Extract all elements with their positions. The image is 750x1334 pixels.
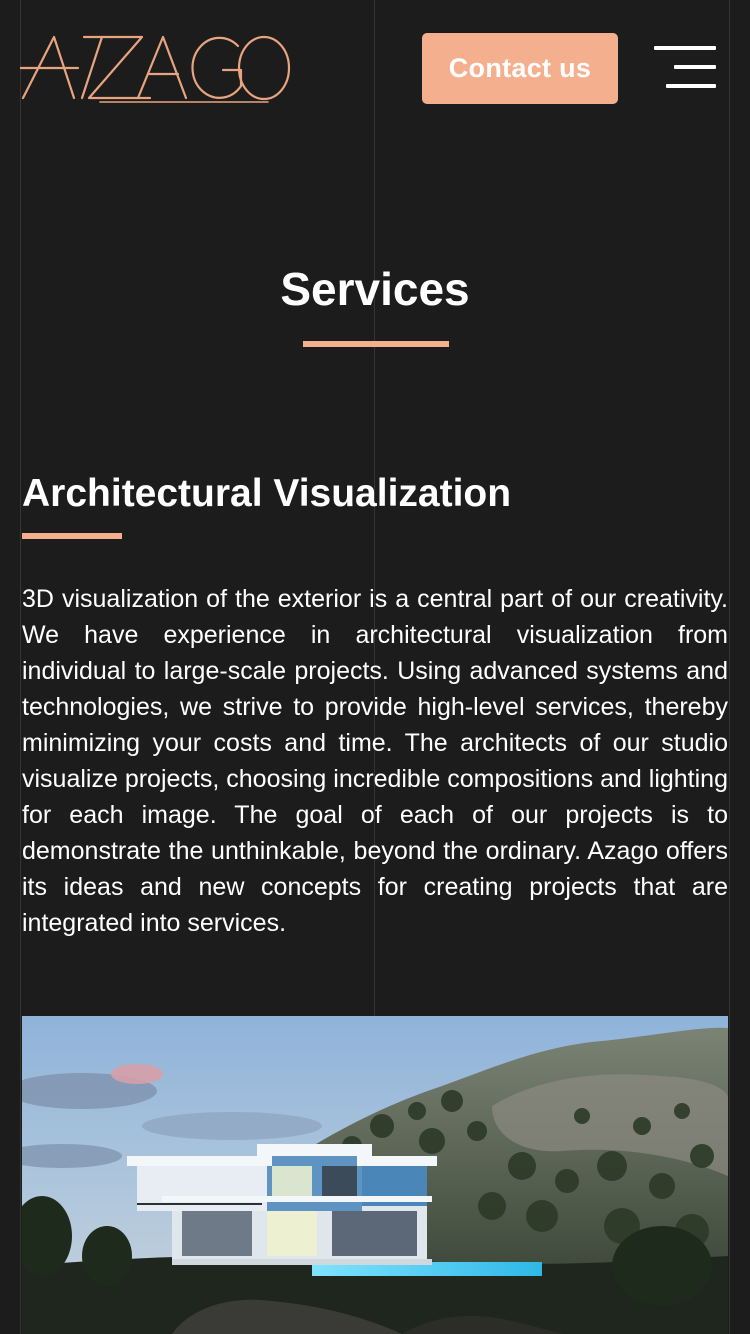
- menu-line: [666, 84, 716, 88]
- section-title: Architectural Visualization: [22, 472, 512, 515]
- layout-guide-right: [729, 0, 730, 1334]
- site-header: Contact us: [0, 0, 750, 140]
- layout-guide-left: [20, 0, 21, 1334]
- menu-line: [674, 65, 716, 69]
- page-title: Services: [280, 263, 470, 315]
- contact-us-button[interactable]: Contact us: [422, 33, 618, 104]
- hamburger-menu-icon[interactable]: [652, 44, 716, 90]
- azago-logo[interactable]: [18, 32, 292, 106]
- section-title-underline: [22, 533, 122, 539]
- section-description: 3D visualization of the exterior is a ce…: [22, 585, 728, 937]
- villa-rendering-image: [22, 1016, 728, 1334]
- page-title-underline: [303, 341, 449, 347]
- menu-line: [654, 46, 716, 50]
